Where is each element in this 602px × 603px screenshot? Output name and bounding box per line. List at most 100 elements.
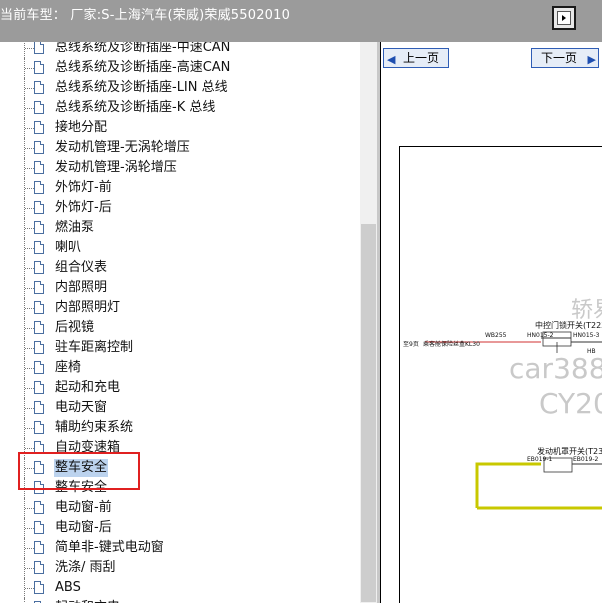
tree-connector-horizontal — [25, 468, 34, 469]
tree-connector-horizontal — [25, 508, 34, 509]
tree-item[interactable]: 整车安全 — [0, 478, 360, 498]
document-icon — [34, 561, 44, 574]
tree-item[interactable]: 电动天窗 — [0, 398, 360, 418]
tree-item-label: 总线系统及诊断插座-高速CAN — [55, 60, 231, 75]
tree-item[interactable]: 发动机管理-无涡轮增压 — [0, 138, 360, 158]
tree-item[interactable]: 驻车距离控制 — [0, 338, 360, 358]
tree-item[interactable]: ABS — [0, 578, 360, 598]
tree-connector-horizontal — [25, 188, 34, 189]
tree-item-label: 总线系统及诊断插座-LIN 总线 — [55, 80, 228, 95]
tree-item[interactable]: 整车安全 — [0, 458, 360, 478]
tree-item-label: 外饰灯-前 — [55, 180, 112, 195]
tree-item-label: 简单非-键式电动窗 — [55, 540, 164, 555]
tree-item-label: 总线系统及诊断插座-中速CAN — [55, 42, 231, 55]
tree-connector-horizontal — [25, 68, 34, 69]
wire-left-label: 至9页 — [403, 341, 419, 348]
diagram-viewer: ◀ 上一页 下一页 ▶ 轿易 car388 CY20 中控门锁开关(T223) … — [380, 42, 602, 603]
tree-item[interactable]: 总线系统及诊断插座-LIN 总线 — [0, 78, 360, 98]
tree-connector-horizontal — [25, 88, 34, 89]
tree-item[interactable]: 外饰灯-后 — [0, 198, 360, 218]
tree-connector-horizontal — [25, 388, 34, 389]
scrollbar-thumb[interactable] — [361, 224, 376, 602]
topic-tree[interactable]: 总线系统及诊断插座-中速CAN 总线系统及诊断插座-高速CAN 总线系统及诊断插座-… — [0, 42, 360, 603]
tree-item-label: ABS — [55, 580, 81, 595]
tree-item[interactable]: 燃油泵 — [0, 218, 360, 238]
pin-d-label: HB — [587, 348, 596, 355]
tree-connector-horizontal — [25, 408, 34, 409]
document-icon — [34, 441, 44, 454]
document-icon — [34, 161, 44, 174]
tree-item[interactable]: 座椅 — [0, 358, 360, 378]
tree-item-label: 组合仪表 — [55, 260, 108, 275]
tree-connector-horizontal — [25, 328, 34, 329]
document-icon — [34, 241, 44, 254]
tree-item-label: 电动窗-前 — [55, 500, 112, 515]
document-icon — [34, 481, 44, 494]
tree-item-label: 发动机管理-无涡轮增压 — [55, 140, 190, 155]
tree-item-label: 辅助约束系统 — [55, 420, 134, 435]
tree-connector-horizontal — [25, 48, 34, 49]
document-icon — [34, 221, 44, 234]
wire-yellow-loop — [475, 462, 541, 508]
document-icon — [34, 381, 44, 394]
tree-item[interactable]: 接地分配 — [0, 118, 360, 138]
tree-connector-horizontal — [25, 228, 34, 229]
tree-item-label: 电动天窗 — [55, 400, 108, 415]
tree-item[interactable]: 内部照明 — [0, 278, 360, 298]
tree-connector-vertical — [24, 598, 25, 603]
tree-item[interactable]: 起动和充电 — [0, 378, 360, 398]
tree-connector-horizontal — [25, 208, 34, 209]
document-icon — [34, 321, 44, 334]
tree-item-label: 座椅 — [55, 360, 82, 375]
document-icon — [34, 341, 44, 354]
document-icon — [34, 101, 44, 114]
document-icon — [34, 121, 44, 134]
document-icon — [34, 501, 44, 514]
tree-item[interactable]: 后视镜 — [0, 318, 360, 338]
tree-item[interactable]: 外饰灯-前 — [0, 178, 360, 198]
tree-connector-horizontal — [25, 368, 34, 369]
switch1-title: 中控门锁开关(T223) — [535, 321, 602, 330]
document-icon — [34, 581, 44, 594]
tree-connector-horizontal — [25, 548, 34, 549]
tree-connector-horizontal — [25, 528, 34, 529]
document-icon — [34, 461, 44, 474]
tree-item[interactable]: 发动机管理-涡轮增压 — [0, 158, 360, 178]
tree-item[interactable]: 自动变速箱 — [0, 438, 360, 458]
tree-item-label: 整车安全 — [54, 459, 109, 477]
tree-item-label: 整车安全 — [55, 480, 108, 495]
tree-item[interactable]: 内部照明灯 — [0, 298, 360, 318]
tree-item[interactable]: 总线系统及诊断插座-高速CAN — [0, 58, 360, 78]
tree-item[interactable]: 总线系统及诊断插座-K 总线 — [0, 98, 360, 118]
tree-item-label: 洗涤/ 雨刮 — [55, 560, 116, 575]
tree-item[interactable]: 起动和充电 — [0, 598, 360, 603]
tree-connector-horizontal — [25, 488, 34, 489]
pin-a-label: WB255 — [485, 332, 507, 339]
title-bar: 当前车型： 厂家:S-上海汽车(荣威)荣威5502010 — [0, 0, 602, 42]
tree-item-label: 后视镜 — [55, 320, 95, 335]
tree-item[interactable]: 组合仪表 — [0, 258, 360, 278]
tree-item[interactable]: 总线系统及诊断插座-中速CAN — [0, 42, 360, 58]
pin-c-label: HN015-3 — [573, 332, 600, 339]
document-icon — [34, 61, 44, 74]
tree-item[interactable]: 电动窗-后 — [0, 518, 360, 538]
pin-b-label: HN015-2 — [527, 332, 554, 339]
tree-connector-horizontal — [25, 248, 34, 249]
tree-item[interactable]: 辅助约束系统 — [0, 418, 360, 438]
tree-item-label: 起动和充电 — [54, 599, 121, 603]
tree-item[interactable]: 喇叭 — [0, 238, 360, 258]
document-icon — [34, 401, 44, 414]
tree-item[interactable]: 电动窗-前 — [0, 498, 360, 518]
tree-item-label: 外饰灯-后 — [55, 200, 112, 215]
tree-item-label: 燃油泵 — [55, 220, 95, 235]
document-icon — [34, 261, 44, 274]
panel-toggle-button[interactable] — [552, 6, 576, 30]
tree-connector-horizontal — [25, 568, 34, 569]
document-icon — [34, 141, 44, 154]
tree-item[interactable]: 简单非-键式电动窗 — [0, 538, 360, 558]
tree-scrollbar[interactable] — [360, 42, 377, 603]
tree-item-label: 内部照明 — [55, 280, 108, 295]
tree-item-label: 自动变速箱 — [55, 440, 121, 455]
tree-item[interactable]: 洗涤/ 雨刮 — [0, 558, 360, 578]
document-icon — [34, 42, 44, 54]
